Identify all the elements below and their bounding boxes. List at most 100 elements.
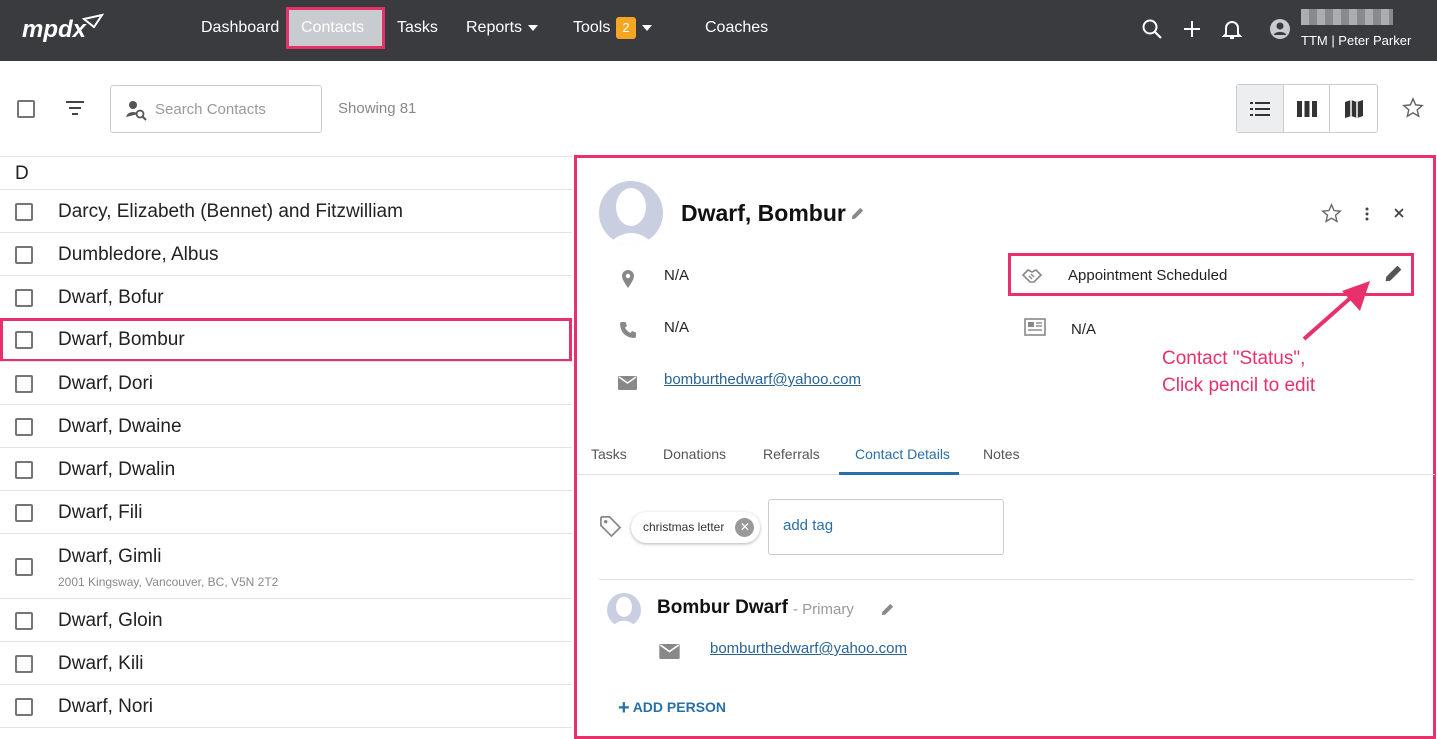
- contact-address: 2001 Kingsway, Vancouver, BC, V5N 2T2: [58, 575, 279, 589]
- tab-tasks[interactable]: Tasks: [591, 446, 627, 462]
- contact-name[interactable]: Dwarf, Bofur: [58, 287, 164, 309]
- bell-icon[interactable]: [1220, 17, 1244, 41]
- search-icon[interactable]: [1140, 17, 1164, 41]
- tools-count-badge: 2: [616, 16, 636, 39]
- contact-name[interactable]: Dwarf, Gimli: [58, 546, 161, 568]
- email-link[interactable]: bomburthedwarf@yahoo.com: [664, 371, 861, 388]
- tag-chip[interactable]: christmas letter ✕: [631, 512, 761, 543]
- active-tab-indicator: [839, 472, 959, 475]
- row-checkbox[interactable]: [15, 246, 33, 264]
- user-avatar-icon[interactable]: [1268, 17, 1292, 41]
- annotation-arrow: [1302, 281, 1370, 341]
- star-icon[interactable]: [1402, 97, 1424, 119]
- contact-row-selected[interactable]: Dwarf, Bombur: [0, 318, 572, 362]
- nav-tools[interactable]: Tools 2: [561, 10, 664, 46]
- contact-name[interactable]: Dumbledore, Albus: [58, 244, 219, 266]
- location-pin-icon: [622, 270, 634, 288]
- remove-tag-icon[interactable]: ✕: [735, 518, 755, 537]
- edit-status-pencil-icon[interactable]: [1383, 263, 1404, 284]
- contact-avatar: [599, 181, 663, 245]
- contact-name[interactable]: Dwarf, Dwalin: [58, 459, 175, 481]
- search-contacts-field[interactable]: [110, 85, 322, 133]
- nav-dashboard[interactable]: Dashboard: [189, 10, 291, 46]
- search-input[interactable]: [155, 98, 315, 120]
- person-search-icon: [126, 101, 147, 121]
- add-person-button[interactable]: + ADD PERSON: [618, 697, 726, 720]
- map-view-button[interactable]: [1330, 85, 1377, 132]
- select-all-checkbox[interactable]: [17, 100, 35, 118]
- more-options-icon[interactable]: [1361, 206, 1373, 222]
- contact-row[interactable]: Dwarf, Dori: [0, 361, 572, 405]
- row-checkbox[interactable]: [15, 375, 33, 393]
- row-checkbox[interactable]: [15, 418, 33, 436]
- phone-icon: [620, 322, 636, 338]
- contact-name[interactable]: Dwarf, Gloin: [58, 610, 163, 632]
- nav-reports[interactable]: Reports: [454, 10, 550, 46]
- row-checkbox[interactable]: [15, 655, 33, 673]
- person-email-link[interactable]: bomburthedwarf@yahoo.com: [710, 640, 907, 657]
- tab-contact-details[interactable]: Contact Details: [855, 446, 950, 462]
- contact-row[interactable]: Darcy, Elizabeth (Bennet) and Fitzwillia…: [0, 189, 572, 233]
- contact-name[interactable]: Dwarf, Bombur: [58, 329, 185, 351]
- newsletter-icon: [1024, 318, 1046, 336]
- contact-name[interactable]: Dwarf, Dori: [58, 373, 153, 395]
- chevron-down-icon: [528, 24, 539, 31]
- contact-name[interactable]: Dwarf, Fili: [58, 502, 142, 524]
- email-icon: [659, 644, 680, 659]
- row-checkbox[interactable]: [15, 289, 33, 307]
- contact-name[interactable]: Dwarf, Nori: [58, 696, 153, 718]
- nav-contacts[interactable]: Contacts: [286, 7, 385, 49]
- nav-coaches[interactable]: Coaches: [693, 10, 780, 46]
- blurred-user-email: [1301, 9, 1393, 25]
- contact-name[interactable]: Dwarf, Dwaine: [58, 416, 182, 438]
- contact-row[interactable]: Dwarf, Gloin: [0, 598, 572, 642]
- annotation-line-1: Contact "Status",: [1162, 348, 1306, 369]
- contact-name[interactable]: Dwarf, Kili: [58, 653, 144, 675]
- row-checkbox[interactable]: [15, 558, 33, 576]
- nav-tasks[interactable]: Tasks: [385, 10, 450, 46]
- email-icon: [618, 376, 637, 390]
- avatar-silhouette-icon: [611, 596, 637, 627]
- contact-row[interactable]: Dwarf, Dwaine: [0, 404, 572, 448]
- row-checkbox[interactable]: [15, 698, 33, 716]
- tab-referrals[interactable]: Referrals: [763, 446, 820, 462]
- list-view-button[interactable]: [1237, 85, 1284, 132]
- top-navigation-bar: mpdx Dashboard Contacts Tasks Reports To…: [0, 0, 1437, 61]
- contact-name[interactable]: Darcy, Elizabeth (Bennet) and Fitzwillia…: [58, 201, 403, 223]
- avatar-silhouette-icon: [607, 188, 655, 245]
- contact-row[interactable]: Dwarf, Gimli 2001 Kingsway, Vancouver, B…: [0, 533, 572, 599]
- contact-row[interactable]: Dwarf, Kili: [0, 641, 572, 685]
- add-tag-field[interactable]: [768, 499, 1004, 555]
- map-icon: [1344, 99, 1363, 118]
- contact-row[interactable]: Dwarf, Fili: [0, 490, 572, 534]
- tab-donations[interactable]: Donations: [663, 446, 726, 462]
- contact-row[interactable]: Dwarf, Nori: [0, 684, 572, 728]
- column-view-button[interactable]: [1284, 85, 1331, 132]
- logo-text: mpdx: [22, 16, 88, 43]
- mpdx-logo[interactable]: mpdx: [22, 13, 110, 45]
- edit-person-pencil-icon[interactable]: [880, 602, 895, 617]
- handshake-icon: [1021, 269, 1043, 283]
- close-icon[interactable]: [1393, 207, 1405, 219]
- person-role: - Primary: [793, 601, 854, 618]
- star-icon[interactable]: [1321, 203, 1342, 224]
- view-toggle-group: [1236, 84, 1378, 133]
- edit-name-pencil-icon[interactable]: [850, 206, 865, 221]
- contact-row[interactable]: Dwarf, Bofur: [0, 275, 572, 319]
- tab-notes[interactable]: Notes: [983, 446, 1020, 462]
- row-checkbox[interactable]: [15, 612, 33, 630]
- columns-icon: [1296, 100, 1317, 117]
- contact-row[interactable]: Dumbledore, Albus: [0, 232, 572, 276]
- list-icon: [1249, 101, 1270, 116]
- row-checkbox[interactable]: [15, 461, 33, 479]
- add-tag-input[interactable]: [783, 517, 983, 534]
- address-value: N/A: [664, 267, 690, 284]
- row-checkbox[interactable]: [15, 331, 33, 349]
- account-name[interactable]: TTM | Peter Parker: [1301, 33, 1411, 48]
- contact-row[interactable]: Dwarf, Dwalin: [0, 447, 572, 491]
- row-checkbox[interactable]: [15, 504, 33, 522]
- row-checkbox[interactable]: [15, 203, 33, 221]
- filter-icon[interactable]: [64, 98, 86, 118]
- newsletter-value: N/A: [1071, 321, 1097, 338]
- plus-icon[interactable]: [1180, 17, 1204, 41]
